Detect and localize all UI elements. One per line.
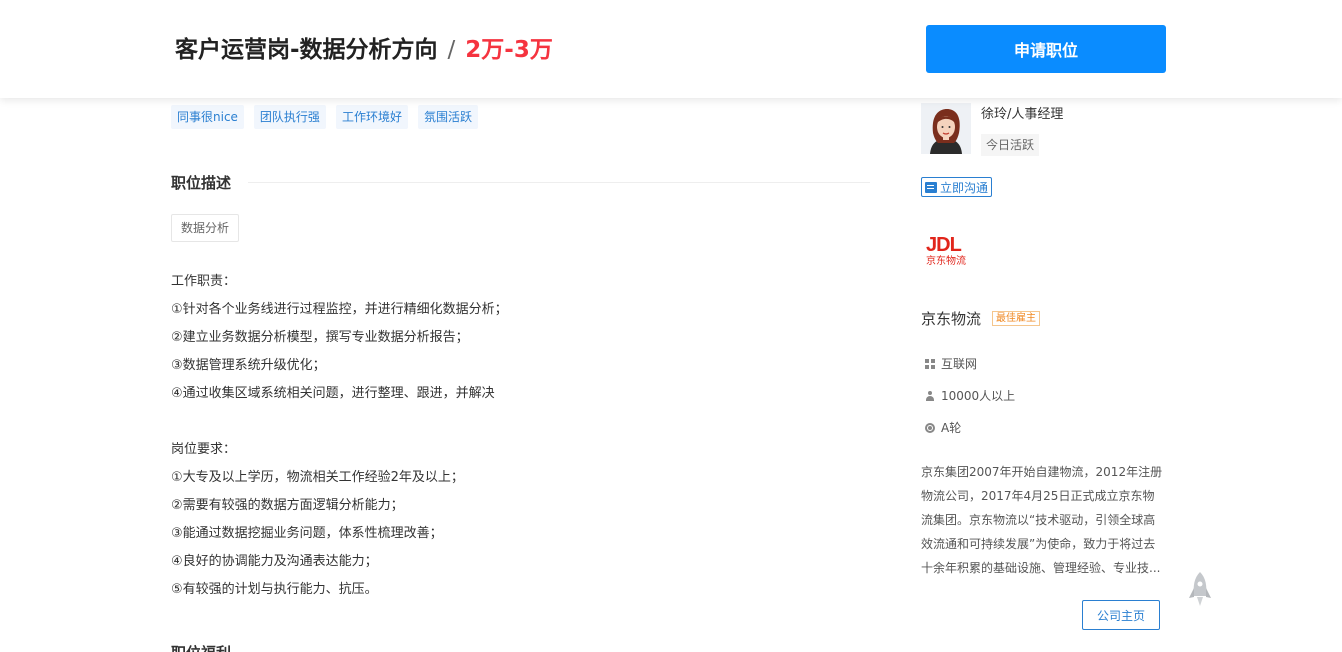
recruiter-name: 徐玲/人事经理 [981, 107, 1064, 122]
people-icon [925, 390, 935, 401]
back-to-top-rocket-icon[interactable] [1186, 570, 1214, 608]
title-separator: / [447, 37, 456, 63]
company-size-row: 10000人以上 [925, 387, 1015, 404]
job-tag: 团队执行强 [253, 105, 326, 129]
company-intro: 京东集团2007年开始自建物流，2012年注册物流公司，2017年4月25日正式… [921, 465, 1163, 575]
keyword-tag: 数据分析 [171, 214, 240, 242]
chat-now-button[interactable]: 立即沟通 [921, 177, 993, 197]
requirement-item: ④良好的协调能力及沟通表达能力； [171, 554, 378, 569]
requirement-item: ③能通过数据挖掘业务问题，体系性梳理改善； [171, 526, 443, 541]
requirement-item: ②需要有较强的数据方面逻辑分析能力； [171, 498, 404, 513]
best-employer-badge: 最佳雇主 [992, 311, 1040, 326]
financing-stage-icon [925, 422, 935, 433]
avatar-illustration [921, 103, 971, 154]
job-title: 客户运营岗-数据分析方向 / 2万-3万 [175, 30, 553, 64]
company-logo-subtext: 京东物流 [926, 256, 966, 267]
requirements-heading: 岗位要求： [171, 442, 237, 457]
company-stage-row: A轮 [925, 419, 961, 436]
chat-now-label: 立即沟通 [940, 180, 989, 195]
job-description-body: 工作职责： ①针对各个业务线进行过程监控，并进行精细化数据分析； ②建立业务数据… [171, 268, 508, 604]
duties-heading: 工作职责： [171, 274, 237, 289]
duty-item: ③数据管理系统升级优化； [171, 358, 326, 373]
apply-job-button[interactable]: 申请职位 [926, 25, 1166, 73]
industry-icon [925, 358, 935, 369]
requirement-item: ①大专及以上学历，物流相关工作经验2年及以上； [171, 470, 464, 485]
salary-range: 2万-3万 [465, 37, 553, 63]
sticky-header: 客户运营岗-数据分析方向 / 2万-3万 申请职位 [0, 0, 1342, 98]
chat-icon [925, 181, 937, 193]
company-stage: A轮 [941, 421, 962, 435]
company-home-button[interactable]: 公司主页 [1082, 600, 1160, 630]
job-tag: 氛围活跃 [417, 105, 478, 129]
section-title-job-description: 职位描述 [171, 174, 232, 192]
job-tags: 同事很nice 团队执行强 工作环境好 氛围活跃 [171, 105, 478, 129]
company-logo[interactable]: JDL 京东物流 [926, 234, 982, 274]
company-industry: 互联网 [941, 357, 978, 371]
recruiter-active-status: 今日活跃 [981, 134, 1040, 156]
requirement-item: ⑤有较强的计划与执行能力、抗压。 [171, 582, 378, 597]
job-tag: 同事很nice [171, 105, 244, 129]
company-name[interactable]: 京东物流 [921, 308, 981, 329]
duty-item: ④通过收集区域系统相关问题，进行整理、跟进，并解决 [171, 386, 495, 401]
recruiter-avatar[interactable] [921, 103, 971, 154]
duty-item: ①针对各个业务线进行过程监控，并进行精细化数据分析； [171, 302, 508, 317]
section-divider [248, 182, 870, 183]
company-size: 10000人以上 [941, 389, 1016, 403]
company-industry-row: 互联网 [925, 355, 977, 372]
company-logo-mark: JDL [926, 234, 962, 256]
duty-item: ②建立业务数据分析模型，撰写专业数据分析报告； [171, 330, 469, 345]
section-title-benefits: 职位福利 [171, 642, 231, 652]
job-title-text: 客户运营岗-数据分析方向 [175, 37, 438, 63]
job-tag: 工作环境好 [335, 105, 408, 129]
